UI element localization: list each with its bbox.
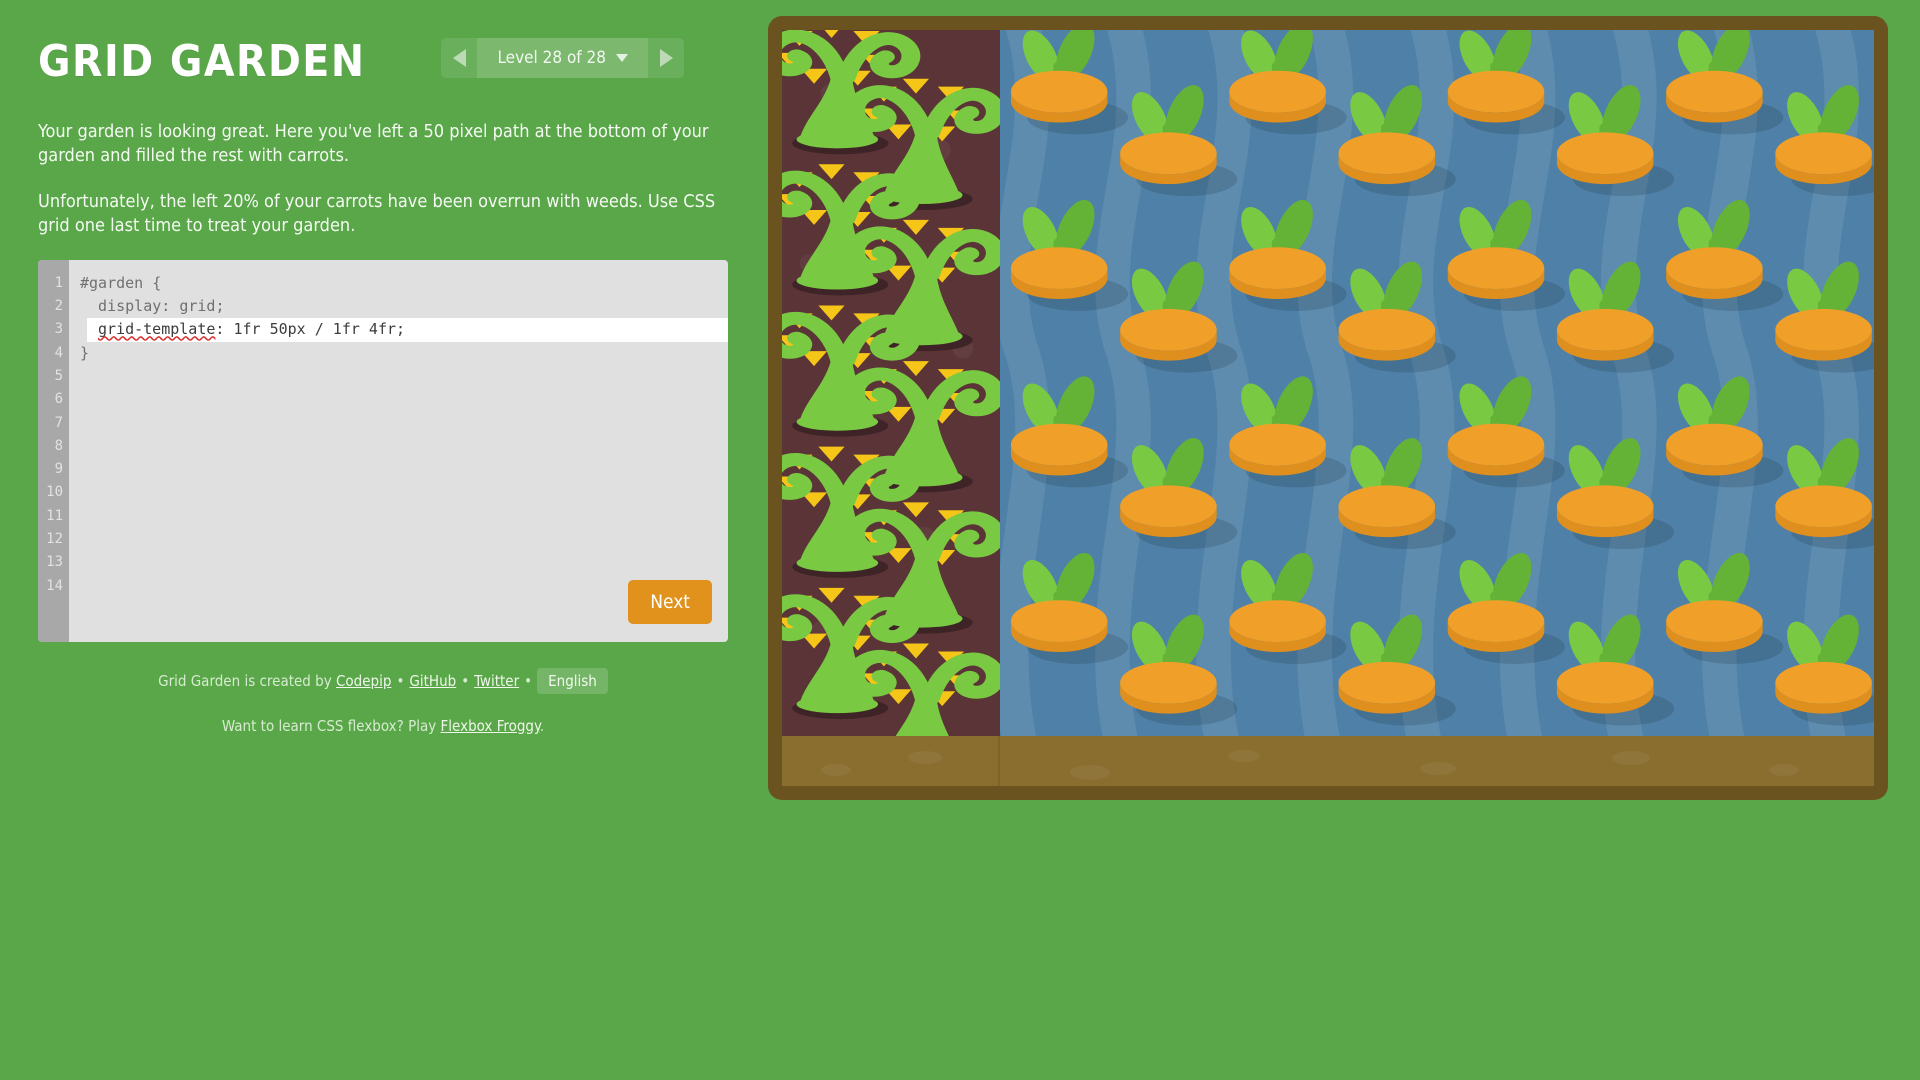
carrot-plant [1557, 438, 1675, 550]
code-editor[interactable]: 1 2 3 4 5 6 7 8 9 10 11 12 13 14 #garden { display: g… [38, 259, 728, 642]
line-number-9: 9 [54, 461, 63, 478]
path-speckle [1227, 750, 1260, 762]
carrot-plant [1120, 85, 1238, 197]
line-number-7: 7 [54, 414, 63, 431]
language-button[interactable]: English [537, 668, 608, 695]
css-separator: : [215, 320, 234, 339]
instruction-paragraph-1: Your garden is looking great. Here you'v… [38, 121, 709, 166]
garden-cell-path-left [782, 736, 1001, 786]
triangle-right-icon [659, 49, 673, 67]
line-number-14: 14 [46, 577, 63, 594]
carrot-plant [1229, 376, 1347, 488]
level-selector[interactable]: Level 28 of 28 [441, 38, 684, 78]
css-property-name: grid-template [98, 320, 216, 339]
carrot-plant [1011, 199, 1129, 311]
line-number-8: 8 [54, 437, 63, 454]
footer-credit-line: Grid Garden is created by Codepip • GitHub… [38, 668, 728, 695]
carrot-plant [1775, 261, 1874, 373]
twitter-link[interactable]: Twitter [474, 672, 519, 690]
carrot-plant [1557, 614, 1675, 726]
carrot-plant [1011, 376, 1129, 488]
flexbox-prefix: Want to learn CSS flexbox? Play [221, 717, 441, 736]
garden-grid [782, 30, 1874, 786]
path-speckle [907, 751, 942, 764]
garden-cell-weeds [782, 30, 1001, 736]
carrot-plant [1229, 30, 1347, 135]
line-number-4: 4 [54, 344, 63, 361]
line-number-12: 12 [46, 531, 63, 548]
carrot-plant [1011, 552, 1129, 664]
carrot-plant [1120, 614, 1238, 726]
weed-plant [846, 643, 1001, 736]
codepip-link[interactable]: Codepip [336, 672, 391, 690]
code-line-2: display: grid; [80, 297, 225, 316]
caret-down-icon [616, 54, 628, 62]
path-speckle [1769, 764, 1800, 776]
instructions: Your garden is looking great. Here you'v… [38, 120, 738, 238]
carrot-plant [1666, 30, 1784, 135]
carrot-plant [1448, 552, 1566, 664]
line-number-5: 5 [54, 367, 63, 384]
carrot-plant [1120, 438, 1238, 550]
separator-3: • [524, 671, 533, 690]
carrot-plant [1557, 261, 1675, 373]
line-number-3: 3 [54, 321, 63, 338]
separator-1: • [396, 671, 405, 690]
garden-container [768, 16, 1888, 800]
next-button[interactable]: Next [628, 579, 712, 624]
carrot-plant [1338, 261, 1457, 373]
carrot-plant [1338, 438, 1457, 550]
path-speckle [1419, 762, 1456, 775]
line-number-2: 2 [54, 298, 63, 315]
line-number-6: 6 [54, 391, 63, 408]
carrot-plant [1338, 85, 1457, 197]
path-speckle [1070, 765, 1111, 780]
carrot-plant [1448, 199, 1566, 311]
carrot-plant [1666, 199, 1784, 311]
footer: Grid Garden is created by Codepip • GitHub… [38, 668, 728, 740]
carrot-plant [1775, 438, 1874, 550]
code-line-1: #garden { [80, 273, 162, 292]
triangle-left-icon [452, 49, 466, 67]
next-level-button[interactable] [648, 38, 684, 78]
line-number-11: 11 [46, 507, 63, 524]
css-value: 1fr 50px / 1fr 4fr; [233, 320, 406, 339]
line-number-13: 13 [46, 554, 63, 571]
carrot-plant [1120, 261, 1238, 373]
github-link[interactable]: GitHub [409, 672, 456, 690]
garden-cell-path-right [1000, 736, 1874, 786]
carrot-plant [1338, 614, 1457, 726]
grid-garden-page: Grid Garden Level 28 of 28 Your garden i… [0, 0, 1920, 1080]
line-number-gutter: 1 2 3 4 5 6 7 8 9 10 11 12 13 14 [38, 259, 69, 642]
credit-prefix: Grid Garden is created by [158, 671, 336, 690]
carrot-plant [1011, 30, 1129, 135]
carrot-plant [1666, 552, 1784, 664]
code-line-3-active[interactable]: grid-template: 1fr 50px / 1fr 4fr; [87, 318, 728, 342]
weeds-layer [782, 30, 1001, 736]
previous-level-button[interactable] [441, 38, 477, 78]
carrots-layer [1011, 30, 1874, 726]
carrot-plant [1229, 552, 1347, 664]
path-speckle [820, 764, 851, 776]
separator-2: • [461, 671, 470, 690]
carrot-plant [1666, 376, 1784, 488]
footer-flexbox-line: Want to learn CSS flexbox? Play Flexbox … [38, 713, 728, 739]
carrot-plant [1557, 85, 1675, 197]
line-number-10: 10 [46, 484, 63, 501]
flexbox-froggy-link[interactable]: Flexbox Froggy [441, 717, 540, 735]
level-dropdown[interactable]: Level 28 of 28 [477, 38, 648, 78]
garden-cell-carrots [1000, 30, 1874, 736]
carrot-plant [1448, 376, 1566, 488]
instruction-paragraph-2: Unfortunately, the left 20% of your carr… [38, 190, 716, 236]
carrot-plant [1775, 614, 1874, 726]
flexbox-suffix: . [539, 717, 545, 736]
carrot-plant [1775, 85, 1874, 197]
carrot-plant [1448, 30, 1566, 135]
carrot-plant [1229, 199, 1347, 311]
title-row: Grid Garden Level 28 of 28 [38, 28, 882, 106]
path-speckle [1611, 751, 1650, 765]
line-number-1: 1 [54, 274, 63, 291]
code-line-4: } [80, 343, 90, 362]
level-label: Level 28 of 28 [497, 48, 606, 68]
